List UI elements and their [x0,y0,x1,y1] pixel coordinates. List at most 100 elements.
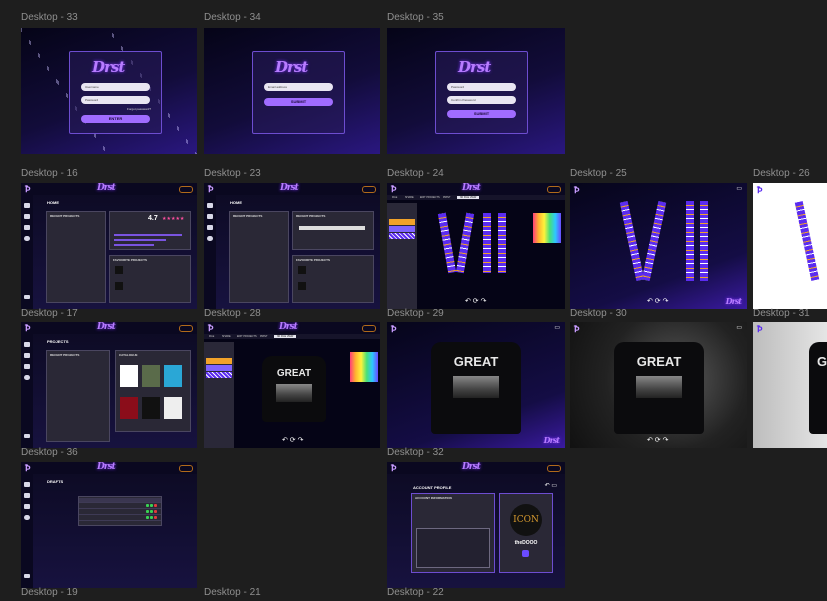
catalogue-tshirt[interactable] [120,365,138,387]
lanyard-strap[interactable] [700,201,708,281]
frame-desktop-23-home[interactable]: Ꝥ Drst HOME RECENT PROJECTS RECENT PROJE… [204,183,380,309]
close-icon[interactable]: ▭ [736,185,742,192]
frame-desktop-25-lanyard-3d[interactable]: Ꝥ ▭ ↶ ⟳ ↷ Drst [570,183,747,309]
frame-label[interactable]: Desktop - 19 [21,587,78,598]
lanyard-strap[interactable] [619,201,645,281]
project-thumb[interactable] [115,266,123,274]
search-input[interactable] [299,226,365,230]
lanyard-strap[interactable] [641,201,667,281]
frame-label[interactable]: Desktop - 22 [387,587,444,598]
coin-badge[interactable] [179,325,193,332]
forgot-password-link[interactable]: Forgot password? [127,107,151,111]
tab-3d-view[interactable]: 3D FILE VIEW [274,335,297,338]
frame-label[interactable]: Desktop - 28 [204,308,261,319]
folder-icon[interactable] [24,225,30,230]
settings-icon[interactable] [24,375,30,380]
undo-icon[interactable]: ↶ ⟳ ↷ [465,297,487,305]
cube-icon[interactable] [24,493,30,498]
confirm-password-field[interactable]: Confirm Password [447,96,516,104]
cube-icon[interactable] [24,353,30,358]
lanyard-strap[interactable] [483,213,491,273]
swatch[interactable] [206,372,232,378]
swatch[interactable] [389,219,415,225]
project-thumb[interactable] [298,266,306,274]
new-password-field[interactable]: Password [447,83,516,91]
tab-print[interactable]: PRINT [443,196,451,199]
tshirt-model[interactable]: GREAT [614,342,704,434]
back-icon[interactable]: ↶ ▭ [545,482,557,489]
table-row[interactable] [79,510,161,515]
lanyard-strap[interactable] [498,213,506,273]
rotate-icon[interactable]: ↶ ⟳ ↷ [647,436,669,444]
coin-badge[interactable] [547,186,561,193]
frame-desktop-30-tshirt-grey[interactable]: Ꝥ ▭ GREAT ↶ ⟳ ↷ [570,322,747,448]
catalogue-bike[interactable] [142,365,160,387]
settings-icon[interactable] [24,236,30,241]
tab-edit-projects[interactable]: EDIT PROJECTS [420,196,440,199]
frame-label[interactable]: Desktop - 34 [204,12,261,23]
frame-desktop-34-reset[interactable]: Drst Email address SUBMIT [204,28,380,154]
tab-file[interactable]: FILE [209,335,214,338]
tab-file[interactable]: FILE [392,196,397,199]
project-thumb[interactable] [298,282,306,290]
frame-desktop-36-drafts[interactable]: Ꝥ Drst DRAFTS [21,462,197,588]
catalogue-shorts[interactable] [142,397,160,419]
lanyard-strap[interactable] [794,201,820,281]
lanyard-strap[interactable] [455,212,475,274]
enter-button[interactable]: ENTER [81,115,150,123]
home-icon[interactable] [24,203,30,208]
frame-desktop-24-lanyard-editor[interactable]: Ꝥ Drst FILE SHARE EDIT PROJECTS PRINT 3D… [387,183,565,309]
edit-avatar-icon[interactable] [522,550,529,557]
cube-icon[interactable] [207,214,213,219]
rotate-icon[interactable]: ↶ ⟳ ↷ [647,297,669,305]
frame-desktop-35-new-password[interactable]: Drst Password Confirm Password SUBMIT [387,28,565,154]
frame-desktop-28-tshirt-editor[interactable]: Ꝥ Drst FILE SHARE EDIT PROJECTS PRINT 3D… [204,322,380,448]
table-row[interactable] [79,504,161,509]
settings-icon[interactable] [24,515,30,520]
tshirt-model[interactable]: GREAT [431,342,521,434]
submit-button[interactable]: SUBMIT [447,110,516,118]
frame-desktop-33-login[interactable]: Drst Username Password Forgot password? … [21,28,197,154]
frame-label[interactable]: Desktop - 36 [21,447,78,458]
close-icon[interactable]: ▭ [736,324,742,331]
frame-desktop-17-projects[interactable]: Ꝥ Drst PROJECTS RECENT PROJECTS CATALOGU… [21,322,197,448]
color-bar[interactable] [574,440,598,443]
tab-edit-projects[interactable]: EDIT PROJECTS [237,335,257,338]
email-field[interactable]: Email address [264,83,333,91]
home-icon[interactable] [24,482,30,487]
swatch[interactable] [389,226,415,232]
lanyard-strap[interactable] [686,201,694,281]
username-field[interactable]: Username [81,83,150,91]
tshirt-model[interactable]: GREAT [809,342,827,434]
home-icon[interactable] [24,342,30,347]
coin-badge[interactable] [362,325,376,332]
lanyard-strap[interactable] [437,212,457,274]
cube-icon[interactable] [24,214,30,219]
coin-badge[interactable] [547,465,561,472]
frame-desktop-29-tshirt-3d[interactable]: Ꝥ ▭ GREAT Drst [387,322,565,448]
swatch[interactable] [389,233,415,239]
catalogue-hat[interactable] [120,397,138,419]
color-picker[interactable] [533,213,561,243]
coin-badge[interactable] [179,186,193,193]
frame-label[interactable]: Desktop - 25 [570,168,627,179]
project-thumb[interactable] [115,282,123,290]
frame-label[interactable]: Desktop - 31 [753,308,810,319]
frame-label[interactable]: Desktop - 21 [204,587,261,598]
folder-icon[interactable] [24,504,30,509]
folder-icon[interactable] [207,225,213,230]
frame-label[interactable]: Desktop - 32 [387,447,444,458]
frame-label[interactable]: Desktop - 16 [21,168,78,179]
tab-3d-view[interactable]: 3D FILE VIEW [457,196,480,199]
tab-print[interactable]: PRINT [260,335,268,338]
close-icon[interactable]: ▭ [554,324,560,331]
color-bar[interactable] [757,440,781,443]
catalogue-lanyard[interactable] [164,397,182,419]
color-bar[interactable] [574,301,598,304]
tab-share[interactable]: SHARE [405,196,414,199]
logout-icon[interactable] [24,574,30,578]
frame-label[interactable]: Desktop - 30 [570,308,627,319]
frame-label[interactable]: Desktop - 26 [753,168,810,179]
swatch[interactable] [206,365,232,371]
frame-label[interactable]: Desktop - 29 [387,308,444,319]
